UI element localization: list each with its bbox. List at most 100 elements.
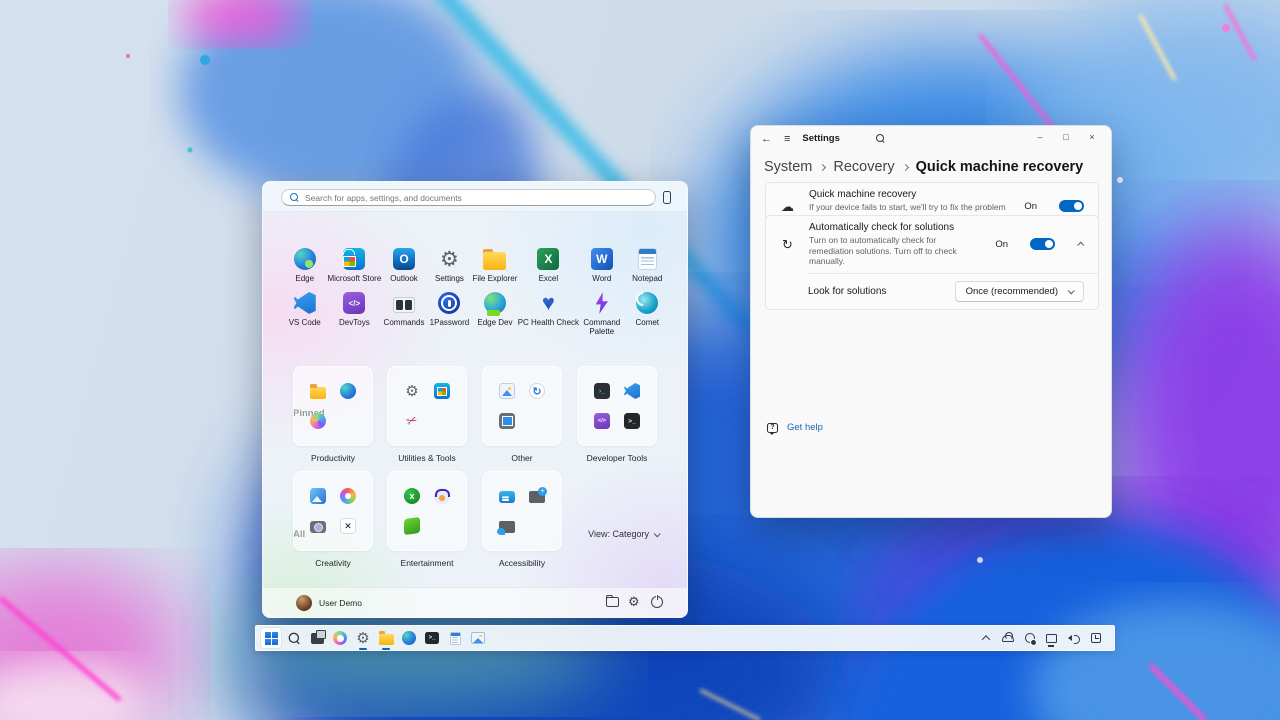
devtoys-icon: </> (343, 292, 365, 314)
vscode-icon (624, 383, 640, 399)
category-label: Entertainment (387, 558, 467, 568)
sync-arrows-icon: ↻ (780, 237, 795, 252)
quick-machine-recovery-toggle[interactable] (1059, 200, 1084, 212)
terminal-icon: >_ (425, 632, 439, 644)
category-tile-productivity[interactable]: Productivity (293, 366, 373, 463)
pinned-app-microsoft-store[interactable]: Microsoft Store (327, 244, 381, 285)
category-label: Accessibility (482, 558, 562, 568)
copilot-icon (333, 631, 347, 645)
chevron-right-icon (819, 164, 826, 171)
terminal-icon (624, 413, 640, 429)
category-tile-creativity[interactable]: ✕ Creativity (293, 471, 373, 568)
system-tray (979, 632, 1110, 645)
pinned-app-edge[interactable]: Edge (282, 244, 327, 285)
clock-icon[interactable] (1089, 632, 1102, 645)
category-tile-entertainment[interactable]: x Entertainment (387, 471, 467, 568)
power-icon[interactable] (651, 596, 663, 608)
pinned-app-commands[interactable]: Commands (381, 288, 426, 338)
game-cluster-icon (434, 518, 450, 534)
camera-icon (310, 521, 326, 533)
start-search-band (263, 182, 687, 212)
pinned-app-devtoys[interactable]: </>DevToys (327, 288, 381, 338)
search-icon (290, 193, 299, 202)
windows-security-icon[interactable] (1023, 632, 1036, 645)
category-tile-other[interactable]: ↻ Other (482, 366, 562, 463)
get-help-label: Get help (787, 422, 823, 433)
close-icon[interactable]: × (1079, 126, 1105, 148)
start-button[interactable] (260, 627, 282, 649)
pinned-app-1password[interactable]: 1Password (427, 288, 472, 338)
film-app-icon (404, 517, 420, 535)
pinned-app-excel[interactable]: XExcel (518, 244, 579, 285)
taskbar-search-button[interactable] (283, 627, 305, 649)
magnifier-icon (529, 491, 545, 503)
app-cluster-icon (434, 413, 450, 429)
breadcrumb-recovery[interactable]: Recovery (833, 159, 894, 175)
start-menu: Pinned Edge Microsoft Store OOutlook ⚙Se… (262, 181, 688, 618)
breadcrumb: System Recovery Quick machine recovery (751, 151, 1111, 181)
taskbar-terminal-button[interactable]: >_ (421, 627, 443, 649)
pinned-app-edge-dev[interactable]: Edge Dev (472, 288, 517, 338)
pinned-app-label: PC Health Check (518, 318, 579, 327)
start-search-box[interactable] (281, 189, 656, 206)
pinned-app-word[interactable]: WWord (579, 244, 624, 285)
view-category-dropdown[interactable]: View: Category (588, 529, 659, 539)
taskbar-edge-button[interactable] (398, 627, 420, 649)
onedrive-cloud-icon[interactable] (1001, 632, 1014, 645)
pinned-app-vscode[interactable]: VS Code (282, 288, 327, 338)
maximize-icon[interactable]: □ (1053, 126, 1079, 148)
pinned-app-outlook[interactable]: OOutlook (381, 244, 426, 285)
settings-gear-icon[interactable]: ⚙ (628, 595, 641, 608)
word-icon: W (591, 248, 613, 270)
copilot-button[interactable] (329, 627, 351, 649)
get-help-link[interactable]: ? Get help (767, 422, 823, 433)
documents-folder-icon[interactable] (606, 597, 619, 607)
minimize-icon[interactable]: – (1027, 126, 1053, 148)
commands-icon (393, 297, 415, 313)
hidden-icons-chevron[interactable] (979, 632, 992, 645)
1password-icon (438, 292, 460, 314)
pinned-app-label: 1Password (430, 318, 470, 327)
pinned-app-file-explorer[interactable]: File Explorer (472, 244, 517, 285)
chevron-up-icon[interactable] (1077, 241, 1084, 248)
pinned-app-settings[interactable]: ⚙Settings (427, 244, 472, 285)
media-player-icon (434, 488, 450, 504)
taskbar-file-explorer-button[interactable] (375, 627, 397, 649)
command-palette-icon (593, 292, 611, 314)
back-arrow-icon[interactable]: ← (761, 133, 772, 145)
user-name[interactable]: User Demo (319, 598, 362, 608)
category-label: Productivity (293, 453, 373, 463)
volume-icon[interactable] (1067, 632, 1080, 645)
category-tile-accessibility[interactable]: Accessibility (482, 471, 562, 568)
pinned-app-label: Notepad (632, 274, 662, 283)
taskbar-notepad-button[interactable] (444, 627, 466, 649)
breadcrumb-system[interactable]: System (764, 159, 812, 175)
accessibility-cluster-icon (529, 518, 545, 534)
pinned-app-label: Edge Dev (477, 318, 512, 327)
phone-link-icon[interactable] (663, 191, 671, 204)
pinned-app-pc-health-check[interactable]: ♥PC Health Check (518, 288, 579, 338)
auto-check-toggle[interactable] (1030, 238, 1055, 250)
pinned-app-comet[interactable]: Comet (625, 288, 670, 338)
hamburger-menu-icon[interactable]: ≡ (784, 133, 790, 145)
settings-gear-icon: ⚙ (440, 249, 459, 270)
pinned-app-command-palette[interactable]: Command Palette (579, 288, 624, 338)
look-for-solutions-dropdown[interactable]: Once (recommended) (955, 281, 1084, 302)
chevron-right-icon (902, 164, 909, 171)
chevron-down-icon (654, 530, 661, 537)
network-display-icon[interactable] (1045, 632, 1058, 645)
user-avatar[interactable] (296, 595, 312, 611)
search-input[interactable] (305, 193, 647, 203)
category-tile-utilities-tools[interactable]: ⚙✂ Utilities & Tools (387, 366, 467, 463)
pinned-app-notepad[interactable]: Notepad (625, 244, 670, 285)
search-icon[interactable] (876, 134, 885, 143)
taskbar-photos-button[interactable] (467, 627, 489, 649)
settings-titlebar: ← ≡ Settings – □ × (751, 126, 1111, 151)
edge-icon (340, 383, 356, 399)
task-view-button[interactable] (306, 627, 328, 649)
category-tile-developer-tools[interactable]: </> Developer Tools (577, 366, 657, 463)
auto-check-header-row[interactable]: ↻ Automatically check for solutions Turn… (766, 216, 1098, 273)
taskbar-settings-button[interactable]: ⚙ (352, 627, 374, 649)
view-category-label: View: Category (588, 529, 649, 539)
help-bubble-icon: ? (767, 423, 778, 433)
